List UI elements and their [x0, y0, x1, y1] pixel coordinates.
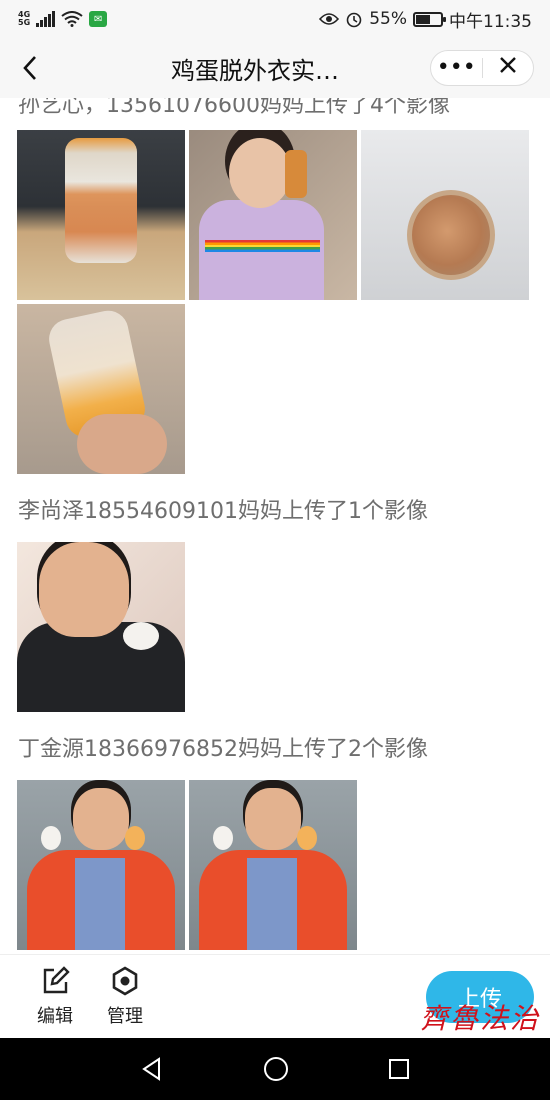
- photo-grid: [0, 780, 550, 950]
- post-caption: 丁金源18366976852妈妈上传了2个影像: [18, 737, 428, 762]
- back-button[interactable]: [0, 38, 60, 98]
- status-bar: 4G 5G ✉ 55% 中午11:35: [0, 0, 550, 38]
- page-title: 鸡蛋脱外衣实…: [171, 56, 339, 85]
- alarm-icon: [346, 12, 362, 28]
- title-bar: 鸡蛋脱外衣实… •••: [0, 38, 550, 98]
- post: 丁金源18366976852妈妈上传了2个影像: [0, 730, 550, 950]
- post-caption: 李尚泽18554609101妈妈上传了1个影像: [18, 499, 428, 524]
- eye-icon: [319, 13, 340, 25]
- settings-hexagon-icon: [112, 965, 138, 996]
- post: 孙艺心，13561076600妈妈上传了4个影像: [0, 98, 550, 474]
- close-icon: [499, 57, 516, 73]
- app-notification-icon: ✉: [89, 11, 108, 27]
- photo-grid: [0, 130, 550, 474]
- post: 李尚泽18554609101妈妈上传了1个影像: [0, 492, 550, 712]
- network-indicator: 4G 5G: [18, 10, 31, 27]
- manage-label: 管理: [107, 1005, 143, 1027]
- photo-thumbnail[interactable]: [17, 130, 185, 300]
- more-button[interactable]: •••: [431, 51, 482, 85]
- close-button[interactable]: [483, 51, 534, 85]
- system-navigation-bar: [0, 1038, 550, 1100]
- photo-thumbnail[interactable]: [17, 780, 185, 950]
- photo-thumbnail[interactable]: [361, 130, 529, 300]
- chevron-left-icon: [23, 56, 36, 80]
- mini-program-capsule: •••: [430, 50, 534, 86]
- post-caption: 孙艺心，13561076600妈妈上传了4个影像: [18, 98, 450, 118]
- watermark: 齊魯法治: [419, 1002, 540, 1035]
- more-icon: •••: [436, 55, 476, 80]
- photo-grid: [0, 542, 550, 712]
- battery-percent: 55%: [369, 9, 407, 29]
- photo-thumbnail[interactable]: [189, 130, 357, 300]
- battery-icon: [413, 11, 446, 27]
- photo-thumbnail[interactable]: [17, 542, 185, 712]
- edit-icon: [43, 965, 70, 993]
- home-circle-icon[interactable]: [262, 1055, 290, 1083]
- edit-label: 编辑: [37, 1005, 73, 1027]
- recents-square-icon[interactable]: [387, 1057, 411, 1081]
- photo-thumbnail[interactable]: [17, 304, 185, 474]
- photo-thumbnail[interactable]: [189, 780, 357, 950]
- edit-button[interactable]: 编辑: [20, 965, 90, 1028]
- clock: 中午11:35: [449, 11, 532, 32]
- manage-button[interactable]: 管理: [90, 965, 160, 1028]
- bottom-toolbar: 编辑 管理 上传 齊魯法治: [0, 954, 550, 1038]
- media-feed[interactable]: 孙艺心，13561076600妈妈上传了4个影像 李尚泽18554609101妈…: [0, 98, 550, 954]
- wifi-icon: [61, 11, 83, 27]
- signal-icon: [36, 11, 56, 27]
- back-triangle-icon[interactable]: [139, 1056, 165, 1082]
